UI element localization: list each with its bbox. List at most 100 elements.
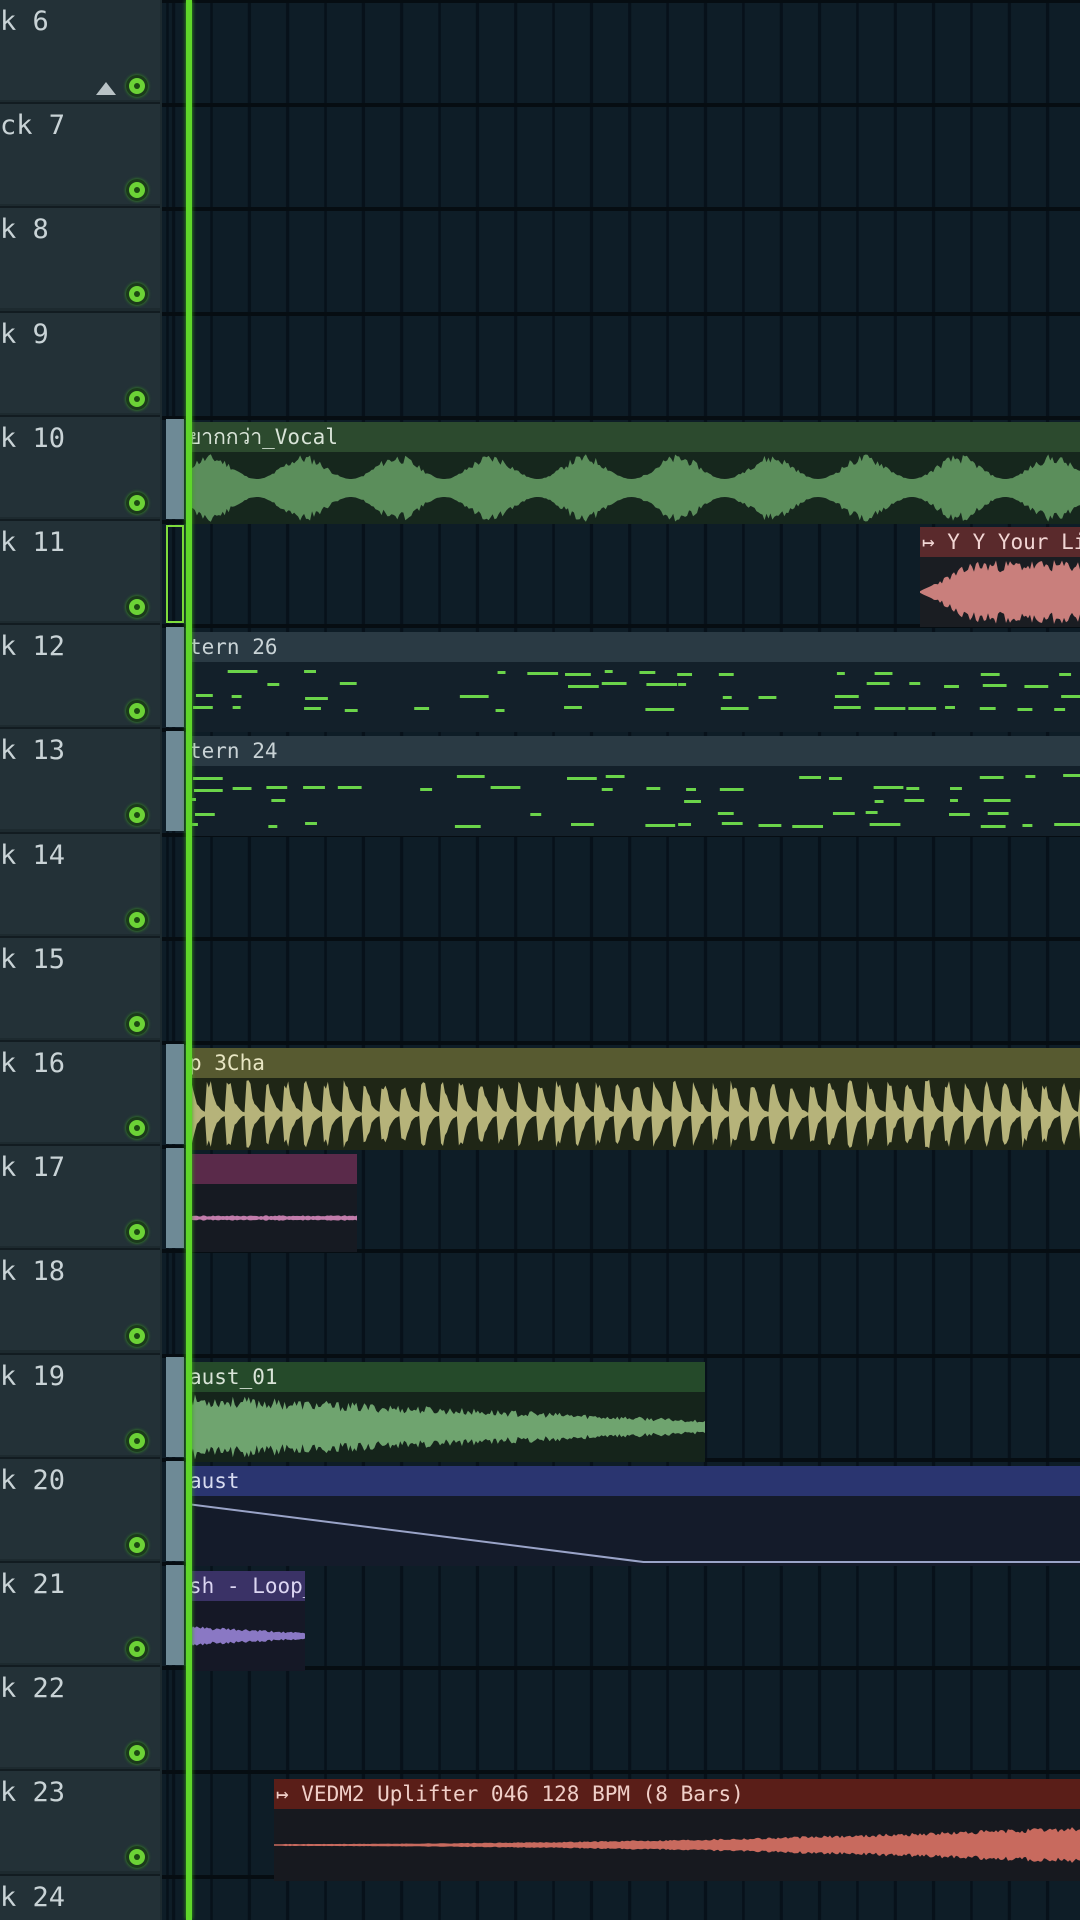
track-header[interactable]: k 21 [0,1561,160,1663]
mute-led-icon[interactable] [126,1534,148,1556]
clip-pattern-26[interactable]: tern 26 [187,632,1080,732]
track-header[interactable]: k 17 [0,1144,160,1246]
mute-led-icon[interactable] [126,1742,148,1764]
track-header[interactable]: k 23 [0,1769,160,1871]
track-name: k 17 [0,1152,66,1183]
pattern-notes [187,662,1080,732]
waveform-shape [187,454,1080,522]
mute-led-icon[interactable] [126,179,148,201]
note [231,695,242,698]
track-header[interactable]: k 24 [0,1874,160,1920]
scroll-up-icon[interactable] [96,82,116,95]
note [722,696,732,699]
track-header[interactable]: k 8 [0,206,160,308]
track-header[interactable]: k 12 [0,623,160,725]
track-header[interactable]: k 9 [0,311,160,413]
track-header[interactable]: k 18 [0,1248,160,1350]
mute-led-icon[interactable] [126,75,148,97]
clip-title: aust_01 [187,1362,705,1392]
mute-led-icon[interactable] [126,1117,148,1139]
clip-title: ↦ Y Y Your List [920,527,1080,557]
track-name: k 11 [0,527,66,558]
note [980,825,1006,828]
waveform-svg [187,454,1080,522]
track-header[interactable]: k 22 [0,1665,160,1767]
mute-led-icon[interactable] [126,1638,148,1660]
clip-exhaust-automation[interactable]: aust [187,1466,1080,1566]
note [192,706,213,709]
note [944,685,959,688]
mute-led-icon[interactable] [126,909,148,931]
mute-led-icon[interactable] [126,1430,148,1452]
track-name: k 12 [0,631,66,662]
track-name: k 13 [0,735,66,766]
mute-led-icon[interactable] [126,1013,148,1035]
mute-led-icon[interactable] [126,492,148,514]
track-header[interactable]: k 14 [0,832,160,934]
note [601,788,613,791]
mute-led-icon[interactable] [126,804,148,826]
note [194,813,215,816]
lane-clip-start [166,1461,184,1561]
clip-loop-2[interactable]: sh - Loop_2 [187,1571,305,1671]
note [719,788,744,791]
clip-title: p 3Cha [187,1048,1080,1078]
clip-track-17[interactable] [187,1154,357,1252]
clip-your-list[interactable]: ↦ Y Y Your List [920,527,1080,627]
track-header[interactable]: k 20 [0,1457,160,1559]
track-name: k 20 [0,1465,66,1496]
waveform [187,1601,305,1671]
waveform-svg [187,1215,357,1221]
track-header[interactable]: k 19 [0,1353,160,1455]
track-header[interactable]: ck 7 [0,102,160,204]
clip-exhaust-01[interactable]: aust_01 [187,1362,705,1462]
note [758,696,777,699]
note [1025,775,1036,778]
note [677,673,693,676]
note [950,799,958,802]
note [604,670,613,673]
waveform [187,1184,357,1252]
track-name: k 9 [0,319,49,350]
note [866,682,890,685]
track-header[interactable]: k 15 [0,936,160,1038]
playhead[interactable] [186,0,192,1920]
note [305,697,328,700]
clip-vocal[interactable]: ยากกว่า_Vocal [187,422,1080,524]
track-header-panel: k 6 ck 7 k 8 k 9 k 10 k 11 k 12 k 13 k 14 k 15 k 1… [0,0,162,1920]
mute-led-icon[interactable] [126,1846,148,1868]
clip-pattern-24[interactable]: tern 24 [187,736,1080,836]
waveform-shape [274,1827,1080,1863]
mute-led-icon[interactable] [126,1325,148,1347]
track-header[interactable]: k 13 [0,727,160,829]
note [1059,673,1072,676]
waveform [187,452,1080,524]
track-name: k 16 [0,1048,66,1079]
note [530,813,542,816]
track-name: k 6 [0,6,49,37]
note [564,706,582,709]
track-header[interactable]: k 6 [0,0,160,100]
note [303,786,325,789]
notes-svg [192,670,1080,712]
clip-uplifter[interactable]: ↦ VEDM2 Uplifter 046 128 BPM (8 Bars) [274,1779,1080,1881]
mute-led-icon[interactable] [126,388,148,410]
mute-led-icon[interactable] [126,700,148,722]
note [304,670,316,673]
mute-led-icon[interactable] [126,283,148,305]
selection-box[interactable] [166,525,184,623]
notes-svg [187,774,1080,828]
clip-loop-3cha[interactable]: p 3Cha [187,1048,1080,1150]
waveform-svg [187,1079,1080,1149]
track-header[interactable]: k 11 [0,519,160,621]
lane-clip-start [166,627,184,727]
track-header[interactable]: k 16 [0,1040,160,1142]
note [758,824,782,827]
playlist-grid[interactable]: ยากกว่า_Vocal ↦ Y Y Your List tern 26 te… [162,0,1080,1920]
track-header[interactable]: k 10 [0,415,160,517]
note [718,673,734,676]
waveform-svg [187,1626,305,1646]
mute-led-icon[interactable] [126,1221,148,1243]
mute-led-icon[interactable] [126,596,148,618]
note [906,787,920,790]
